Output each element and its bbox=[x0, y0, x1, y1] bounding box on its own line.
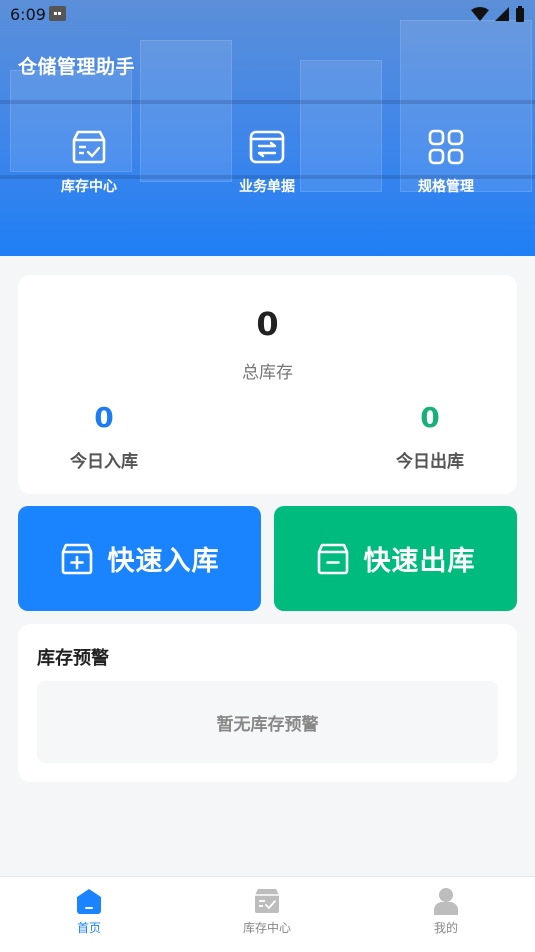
today-outbound-label: 今日出库 bbox=[396, 452, 464, 472]
nav-label: 业务单据 bbox=[239, 179, 295, 195]
quick-outbound-button[interactable]: 快速出库 bbox=[274, 506, 517, 611]
battery-icon bbox=[516, 6, 524, 22]
home-icon bbox=[77, 889, 101, 914]
warning-empty-text: 暂无库存预警 bbox=[216, 714, 319, 735]
nav-business-documents[interactable]: 业务单据 bbox=[207, 128, 327, 196]
page-background bbox=[0, 782, 535, 876]
tab-mine[interactable]: 我的 bbox=[386, 887, 506, 936]
app-title: 仓储管理助手 bbox=[18, 56, 136, 78]
quick-inbound-label: 快速入库 bbox=[107, 546, 220, 577]
tab-inventory-center[interactable]: 库存中心 bbox=[207, 887, 327, 936]
status-bar: 6:09 ▪▪ bbox=[0, 0, 535, 30]
nav-label: 库存中心 bbox=[61, 179, 117, 195]
total-inventory-label: 总库存 bbox=[242, 363, 293, 383]
signal-icon bbox=[495, 7, 509, 21]
today-inbound-value: 0 bbox=[94, 401, 114, 434]
user-icon bbox=[434, 888, 458, 915]
notification-app-icon: ▪▪ bbox=[49, 6, 66, 21]
inventory-box-icon bbox=[72, 130, 106, 164]
exchange-document-icon bbox=[249, 130, 285, 164]
today-outbound-value: 0 bbox=[420, 401, 440, 434]
tab-home[interactable]: 首页 bbox=[29, 887, 149, 936]
nav-spec-management[interactable]: 规格管理 bbox=[386, 128, 506, 196]
nav-inventory-center[interactable]: 库存中心 bbox=[29, 128, 149, 196]
quick-nav: 库存中心 业务单据 规格管理 bbox=[0, 128, 535, 208]
quick-outbound-label: 快速出库 bbox=[363, 546, 476, 577]
wifi-icon bbox=[471, 7, 489, 21]
quick-inbound-button[interactable]: 快速入库 bbox=[18, 506, 261, 611]
status-icons bbox=[471, 6, 525, 22]
shelf-beam bbox=[0, 100, 535, 104]
tab-label: 我的 bbox=[433, 921, 458, 935]
status-time: 6:09 bbox=[10, 5, 46, 24]
total-inventory-value: 0 bbox=[256, 305, 279, 343]
header-divider bbox=[0, 256, 535, 274]
warning-empty-state: 暂无库存预警 bbox=[37, 681, 498, 763]
tab-label: 库存中心 bbox=[242, 921, 291, 935]
inventory-stats-card: 0 总库存 0 今日入库 0 今日出库 bbox=[18, 275, 517, 494]
bottom-tab-bar: 首页 库存中心 我的 bbox=[0, 876, 535, 952]
tab-label: 首页 bbox=[76, 921, 101, 935]
today-inbound-label: 今日入库 bbox=[70, 452, 138, 472]
inventory-warning-card: 库存预警 暂无库存预警 bbox=[18, 624, 517, 782]
grid-icon bbox=[428, 129, 464, 165]
box-plus-icon bbox=[61, 543, 92, 574]
box-minus-icon bbox=[317, 543, 348, 574]
inventory-box-icon bbox=[255, 889, 279, 913]
warning-title: 库存预警 bbox=[37, 648, 109, 669]
header-banner: 6:09 ▪▪ 仓储管理助手 库存中心 业务单据 规格管理 bbox=[0, 0, 535, 256]
nav-label: 规格管理 bbox=[418, 179, 474, 195]
